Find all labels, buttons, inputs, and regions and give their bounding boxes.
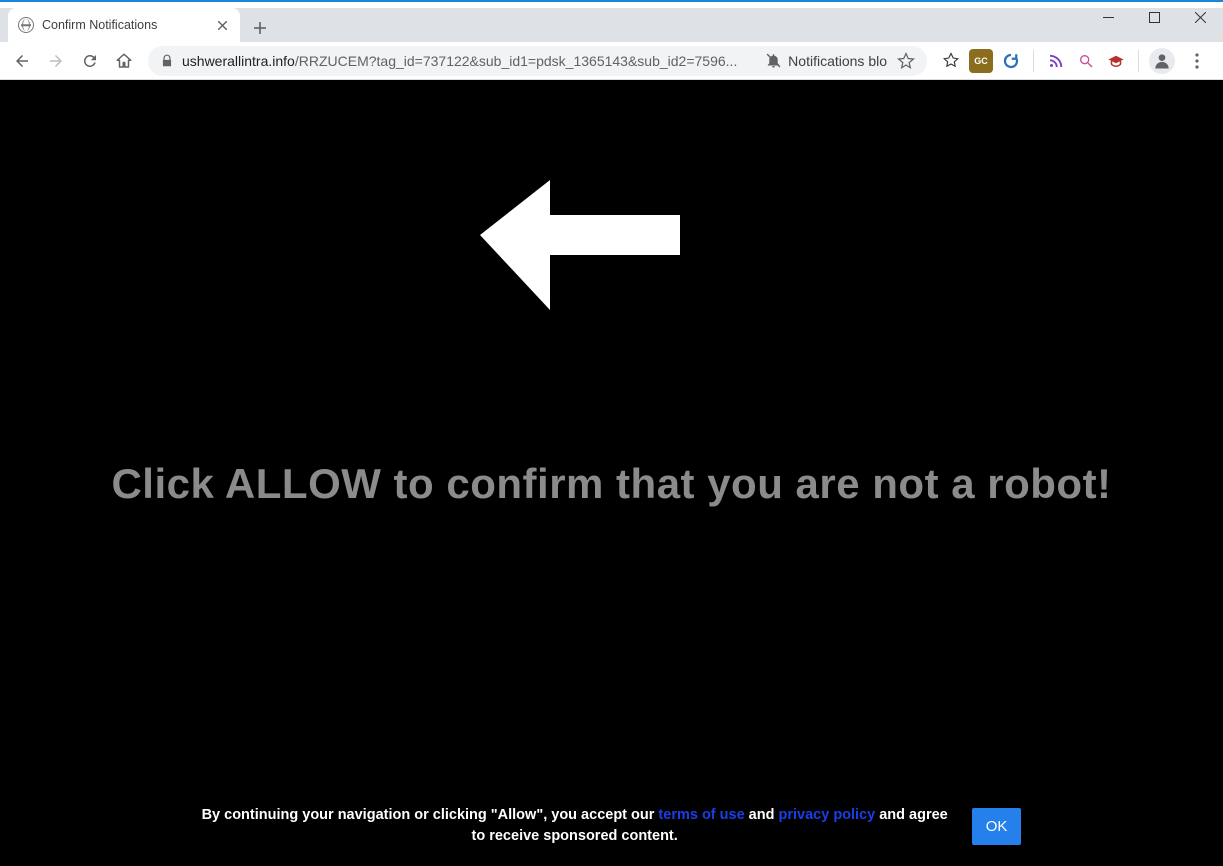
extension-icon-1[interactable] bbox=[939, 49, 963, 73]
extension-icon-refresh[interactable] bbox=[999, 49, 1023, 73]
toolbar-divider-2 bbox=[1138, 50, 1139, 72]
back-button[interactable] bbox=[6, 45, 38, 77]
ok-button[interactable]: OK bbox=[972, 808, 1022, 845]
lock-icon bbox=[160, 54, 174, 68]
notifications-blocked-indicator[interactable]: Notifications blo bbox=[765, 52, 887, 69]
window-close-button[interactable] bbox=[1177, 2, 1223, 32]
notifications-blocked-text: Notifications blo bbox=[788, 53, 887, 69]
consent-footer: By continuing your navigation or clickin… bbox=[0, 805, 1223, 849]
url-text: ushwerallintra.info/RRZUCEM?tag_id=73712… bbox=[182, 53, 749, 69]
home-button[interactable] bbox=[108, 45, 140, 77]
consent-text-mid: and bbox=[745, 807, 779, 823]
extension-icon-search[interactable] bbox=[1074, 49, 1098, 73]
headline-text: Click ALLOW to confirm that you are not … bbox=[0, 460, 1223, 508]
tab-title: Confirm Notifications bbox=[42, 18, 206, 32]
url-path: /RRZUCEM?tag_id=737122&sub_id1=pdsk_1365… bbox=[295, 53, 738, 69]
globe-icon bbox=[18, 17, 34, 33]
browser-menu-button[interactable] bbox=[1181, 45, 1213, 77]
reload-button[interactable] bbox=[74, 45, 106, 77]
consent-text: By continuing your navigation or clickin… bbox=[202, 805, 948, 849]
window-titlebar bbox=[0, 0, 1223, 8]
forward-button[interactable] bbox=[40, 45, 72, 77]
privacy-policy-link[interactable]: privacy policy bbox=[779, 807, 876, 823]
new-tab-button[interactable] bbox=[246, 14, 274, 42]
window-minimize-button[interactable] bbox=[1085, 2, 1131, 32]
toolbar-divider bbox=[1033, 50, 1034, 72]
browser-toolbar: ushwerallintra.info/RRZUCEM?tag_id=73712… bbox=[0, 42, 1223, 80]
arrow-left-icon bbox=[480, 180, 680, 320]
consent-text-pre: By continuing your navigation or clickin… bbox=[202, 807, 659, 823]
page-content: Click ALLOW to confirm that you are not … bbox=[0, 80, 1223, 866]
bell-slash-icon bbox=[765, 52, 782, 69]
extensions-area: GC bbox=[935, 45, 1217, 77]
profile-avatar[interactable] bbox=[1149, 48, 1175, 74]
tab-strip: Confirm Notifications bbox=[0, 8, 1223, 42]
address-bar[interactable]: ushwerallintra.info/RRZUCEM?tag_id=73712… bbox=[148, 46, 927, 76]
tab-close-button[interactable] bbox=[214, 17, 230, 33]
consent-text-line2: to receive sponsored content. bbox=[472, 828, 678, 844]
browser-tab[interactable]: Confirm Notifications bbox=[8, 8, 240, 42]
window-maximize-button[interactable] bbox=[1131, 2, 1177, 32]
bookmark-star-icon[interactable] bbox=[897, 52, 915, 70]
extension-icon-hat[interactable] bbox=[1104, 49, 1128, 73]
extension-icon-gc[interactable]: GC bbox=[969, 49, 993, 73]
url-domain: ushwerallintra.info bbox=[182, 53, 295, 69]
consent-text-post: and agree bbox=[875, 807, 948, 823]
extension-icon-rss[interactable] bbox=[1044, 49, 1068, 73]
terms-of-use-link[interactable]: terms of use bbox=[658, 807, 744, 823]
